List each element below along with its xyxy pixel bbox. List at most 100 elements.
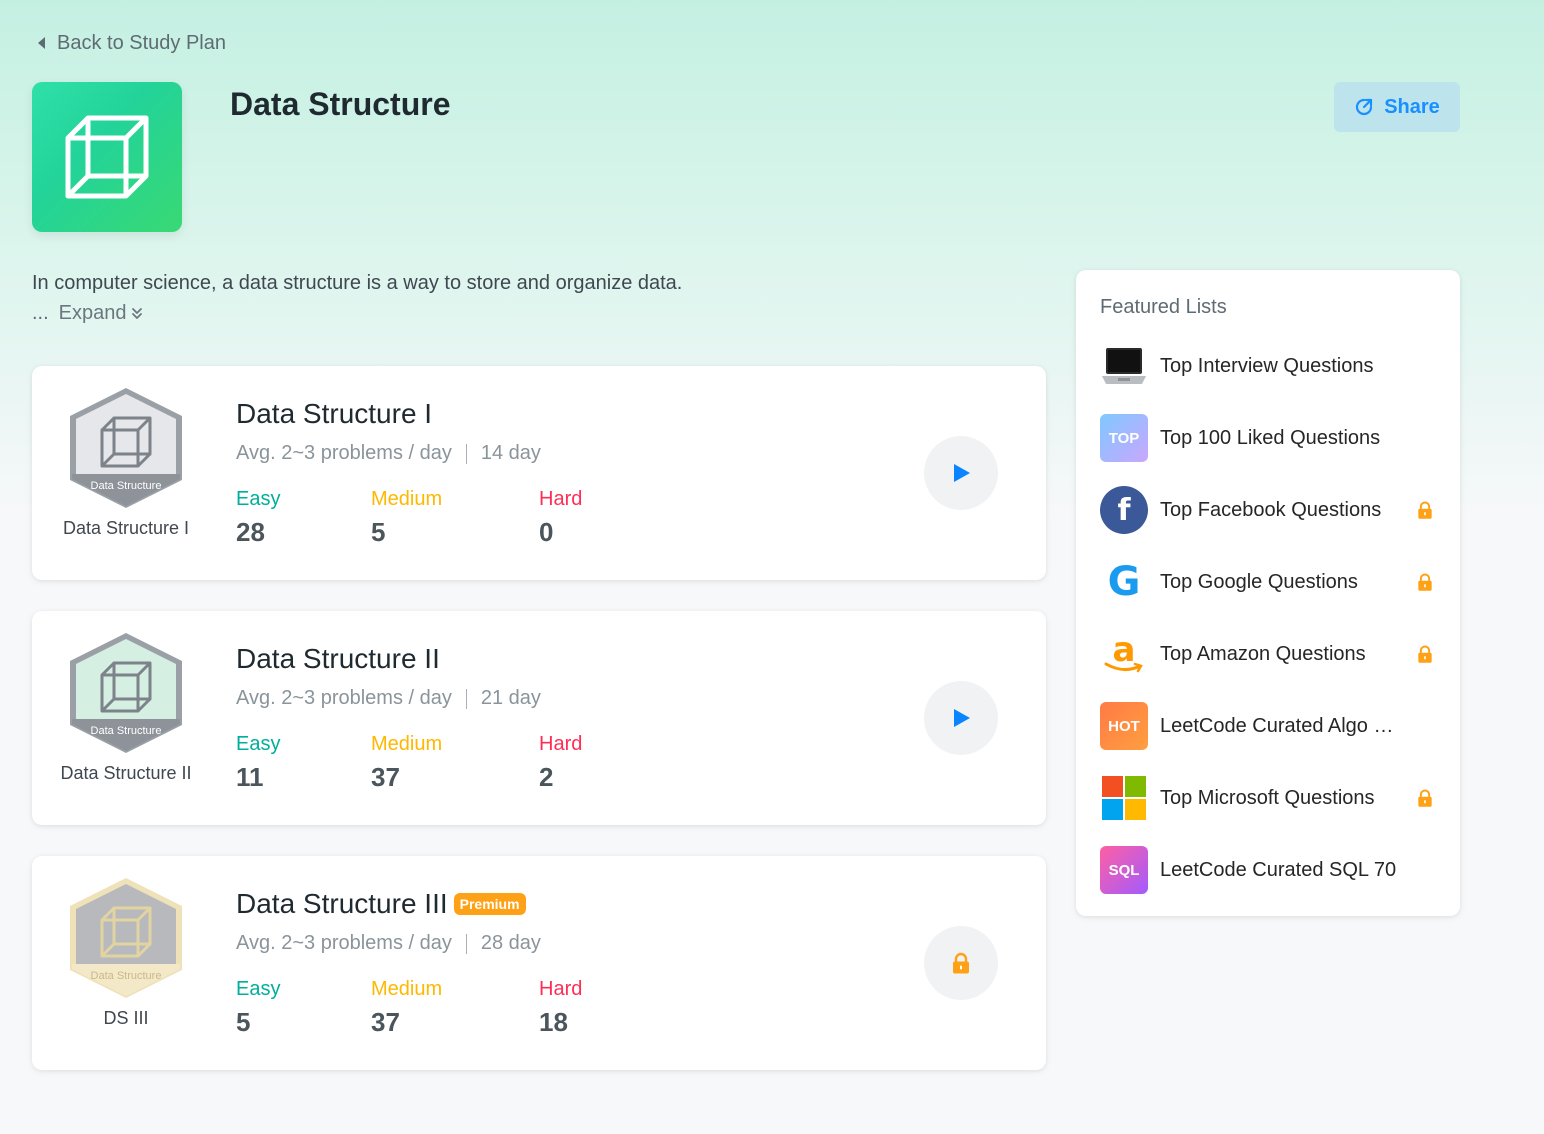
medium-label: Medium	[371, 733, 443, 755]
page-title: Data Structure	[230, 86, 451, 122]
featured-item-curated-sql[interactable]: SQL LeetCode Curated SQL 70	[1100, 846, 1436, 894]
back-arrow-icon	[38, 37, 45, 49]
play-icon	[954, 709, 970, 727]
microsoft-icon	[1100, 774, 1148, 822]
plan-title-text: Data Structure I	[236, 398, 433, 429]
featured-item-top-microsoft[interactable]: Top Microsoft Questions	[1100, 774, 1436, 822]
featured-item-label: LeetCode Curated Algo 170	[1160, 714, 1400, 737]
hard-count: Hard 0	[539, 488, 582, 548]
medium-label: Medium	[371, 978, 443, 1000]
laptop-icon	[1100, 342, 1148, 390]
share-label: Share	[1384, 95, 1440, 118]
medium-count: Medium 37	[371, 978, 442, 1038]
expand-row: ... Expand	[32, 302, 143, 325]
featured-lists-title: Featured Lists	[1100, 296, 1227, 318]
medium-count: Medium 37	[371, 733, 442, 793]
badge-text: Data Structure	[91, 725, 162, 737]
start-plan-button[interactable]	[924, 436, 998, 510]
plan-avg: Avg. 2~3 problems / day	[236, 687, 452, 709]
expand-button[interactable]: Expand	[59, 302, 143, 325]
plan-card-data-structure-2[interactable]: Data Structure Data Structure II Data St…	[32, 611, 1046, 825]
featured-item-top-facebook[interactable]: f Top Facebook Questions	[1100, 486, 1436, 534]
medium-value: 37	[371, 762, 400, 792]
hard-label: Hard	[539, 488, 583, 510]
lock-icon	[1414, 499, 1436, 521]
amazon-icon: a	[1100, 630, 1148, 678]
back-to-study-plan-link[interactable]: Back to Study Plan	[38, 30, 226, 56]
hot-icon-text: HOT	[1108, 717, 1140, 735]
top-icon-text: TOP	[1108, 429, 1140, 447]
plan-description: In computer science, a data structure is…	[32, 272, 683, 294]
plan-title-text: Data Structure II	[236, 643, 440, 674]
featured-item-label: Top 100 Liked Questions	[1160, 426, 1381, 449]
hard-count: Hard 2	[539, 733, 582, 793]
lock-icon	[1414, 643, 1436, 665]
badge-label: DS III	[103, 1008, 149, 1028]
featured-item-top-google[interactable]: G Top Google Questions	[1100, 558, 1436, 606]
medium-value: 5	[371, 517, 386, 547]
data-structure-badge-icon: Data Structure	[70, 878, 182, 998]
medium-value: 37	[371, 1007, 400, 1037]
sql-icon: SQL	[1100, 846, 1148, 894]
plan-badge: Data Structure Data Structure I	[58, 386, 194, 539]
data-structure-badge-icon: Data Structure	[70, 388, 182, 508]
featured-item-top-interview[interactable]: Top Interview Questions	[1100, 342, 1436, 390]
hard-value: 0	[539, 517, 554, 547]
plan-avg: Avg. 2~3 problems / day	[236, 442, 452, 464]
lock-icon	[1414, 787, 1436, 809]
plan-meta: Avg. 2~3 problems / day 21 day	[236, 687, 541, 710]
meta-divider	[465, 443, 467, 464]
featured-item-label: Top Facebook Questions	[1160, 498, 1382, 521]
featured-item-top-100-liked[interactable]: TOP Top 100 Liked Questions	[1100, 414, 1436, 462]
description-ellipsis: ...	[32, 302, 49, 324]
start-plan-button[interactable]	[924, 681, 998, 755]
plan-duration: 21 day	[480, 687, 541, 709]
premium-badge: Premium	[453, 893, 526, 915]
plan-cube-icon	[32, 82, 182, 232]
back-link-label: Back to Study Plan	[57, 31, 226, 54]
share-button[interactable]: Share	[1334, 82, 1460, 132]
featured-item-label: Top Google Questions	[1160, 570, 1358, 593]
easy-value: 11	[236, 762, 264, 792]
plan-badge: Data Structure Data Structure II	[58, 631, 194, 784]
google-icon-text: G	[1107, 559, 1141, 605]
hard-label: Hard	[539, 733, 583, 755]
meta-divider	[465, 688, 467, 709]
plan-duration: 28 day	[480, 932, 541, 954]
featured-item-top-amazon[interactable]: a Top Amazon Questions	[1100, 630, 1436, 678]
easy-count: Easy 5	[236, 978, 280, 1038]
easy-label: Easy	[236, 488, 281, 510]
badge-text: Data Structure	[91, 480, 162, 492]
featured-item-curated-algo[interactable]: HOT LeetCode Curated Algo 170	[1100, 702, 1436, 750]
featured-item-label: Top Microsoft Questions	[1160, 786, 1375, 809]
plan-meta: Avg. 2~3 problems / day 28 day	[236, 932, 541, 955]
meta-divider	[465, 933, 467, 954]
easy-label: Easy	[236, 733, 281, 755]
plan-badge: Data Structure DS III	[58, 876, 194, 1029]
plan-card-data-structure-3[interactable]: Data Structure DS III Data Structure III…	[32, 856, 1046, 1070]
badge-label: Data Structure I	[62, 518, 190, 538]
hard-label: Hard	[539, 978, 583, 1000]
data-structure-badge-icon: Data Structure	[70, 633, 182, 753]
sql-icon-text: SQL	[1108, 861, 1140, 879]
plan-title: Data Structure I	[236, 398, 432, 430]
expand-label: Expand	[58, 302, 127, 324]
hard-count: Hard 18	[539, 978, 582, 1038]
featured-item-label: LeetCode Curated SQL 70	[1160, 858, 1397, 881]
easy-count: Easy 28	[236, 488, 280, 548]
plan-meta: Avg. 2~3 problems / day 14 day	[236, 442, 541, 465]
featured-item-label: Top Interview Questions	[1160, 354, 1374, 377]
plan-title: Data Structure II	[236, 643, 440, 675]
locked-plan-button[interactable]	[924, 926, 998, 1000]
easy-label: Easy	[236, 978, 281, 1000]
top-icon: TOP	[1100, 414, 1148, 462]
play-icon	[954, 464, 970, 482]
share-icon	[1356, 98, 1373, 116]
facebook-icon: f	[1100, 486, 1148, 534]
featured-item-label: Top Amazon Questions	[1160, 642, 1366, 665]
plan-card-data-structure-1[interactable]: Data Structure Data Structure I Data Str…	[32, 366, 1046, 580]
easy-value: 5	[236, 1007, 251, 1037]
chevron-double-down-icon	[131, 307, 142, 319]
plan-duration: 14 day	[480, 442, 541, 464]
google-icon: G	[1100, 558, 1148, 606]
